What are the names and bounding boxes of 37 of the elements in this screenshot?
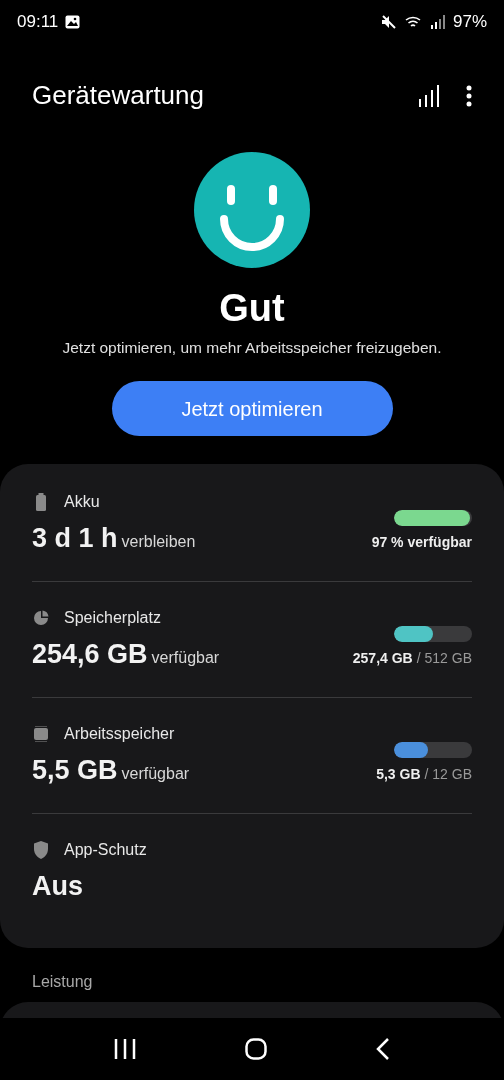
status-message: Jetzt optimieren, um mehr Arbeitsspeicher freizugeben. (62, 337, 442, 358)
battery-percentage: 97% (452, 10, 487, 33)
stats-icon[interactable] (418, 85, 440, 107)
battery-icon (35, 493, 47, 512)
status-time: 09:11 (17, 10, 59, 33)
image-icon (65, 14, 81, 29)
item-value: 254,6 GB (32, 638, 148, 672)
reading-total: / 512 GB (416, 648, 472, 668)
status-heading: Gut (219, 285, 285, 330)
item-value: 3 d 1 h (32, 522, 118, 556)
item-label: Arbeitsspeicher (64, 724, 175, 745)
item-label: App-Schutz (64, 840, 147, 861)
optimize-button[interactable]: Jetzt optimieren (111, 381, 393, 437)
recent-apps-icon[interactable] (114, 1039, 137, 1060)
signal-icon (430, 14, 445, 29)
item-label: Speicherplatz (64, 608, 161, 629)
item-value: 5,5 GB (32, 754, 118, 788)
item-value: Aus (32, 870, 83, 904)
reading-text: 257,4 GB (352, 648, 413, 668)
item-unit: verfügbar (151, 648, 220, 669)
item-label: Akku (64, 492, 100, 513)
mute-icon (380, 14, 397, 29)
section-heading: Leistung (32, 972, 94, 993)
smiley-icon (194, 151, 310, 268)
page-title: Gerätewartung (32, 79, 204, 113)
chip-icon (33, 725, 49, 744)
more-options-icon[interactable] (466, 85, 472, 107)
item-unit: verfügbar (121, 764, 190, 785)
wifi-icon (404, 14, 423, 29)
home-icon[interactable] (245, 1038, 267, 1061)
pie-chart-icon (33, 610, 49, 627)
shield-icon (33, 841, 49, 860)
reading-text: 97 % verfügbar (371, 532, 472, 552)
reading-text: 5,3 GB (376, 764, 421, 784)
reading-total: / 12 GB (424, 764, 472, 784)
item-unit: verbleiben (121, 532, 196, 553)
back-icon[interactable] (375, 1038, 390, 1061)
